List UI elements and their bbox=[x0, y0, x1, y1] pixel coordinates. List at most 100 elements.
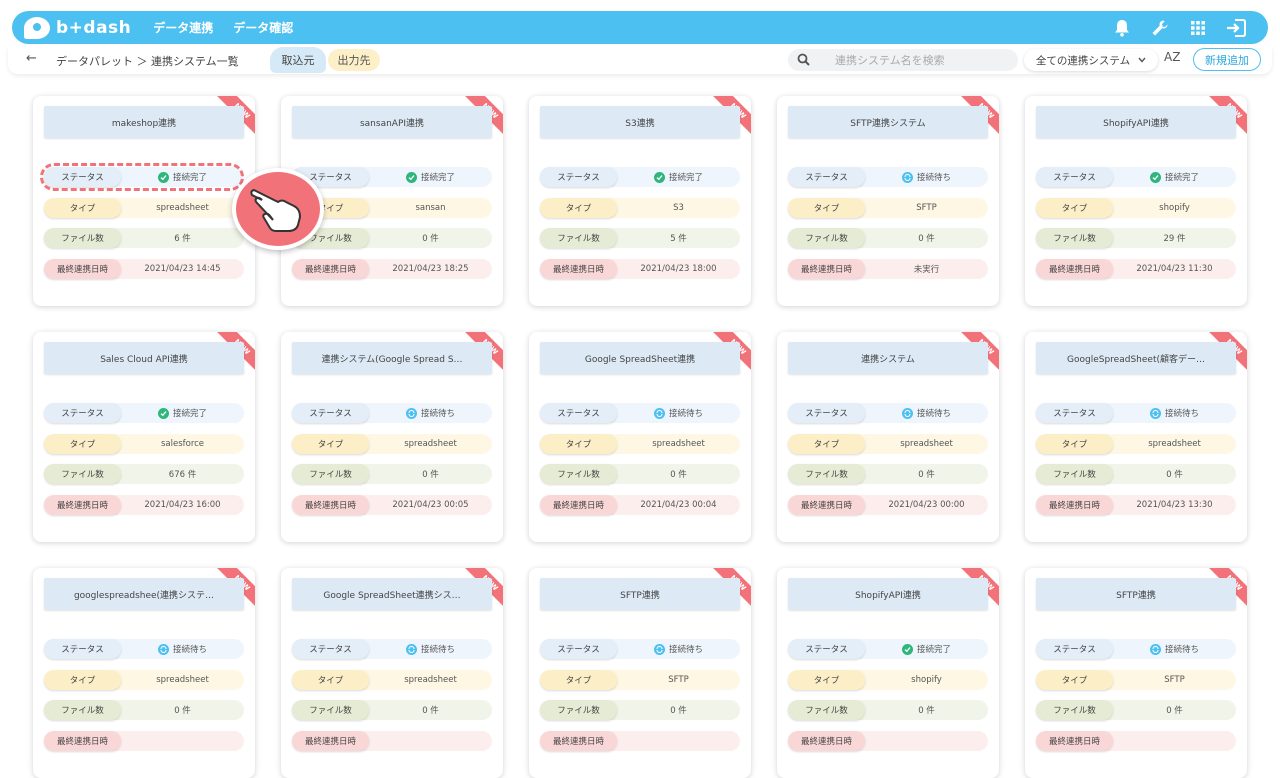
status-text: 接続待ち bbox=[668, 409, 703, 419]
type-label: タイプ bbox=[1036, 434, 1113, 454]
search-input[interactable] bbox=[835, 53, 1015, 67]
date-row: 最終連携日時 2021/04/23 18:25 bbox=[292, 259, 492, 279]
files-value: 676 件 bbox=[168, 470, 197, 480]
logout-icon[interactable] bbox=[1226, 18, 1246, 38]
check-icon bbox=[405, 171, 417, 183]
date-value: 2021/04/23 00:04 bbox=[640, 500, 717, 510]
status-value: 接続完了 bbox=[865, 643, 988, 655]
type-row: タイプ SFTP bbox=[540, 670, 740, 690]
sync-icon bbox=[1149, 643, 1161, 655]
files-value: 0 件 bbox=[1166, 470, 1183, 480]
card-title: Google SpreadSheet連携 bbox=[540, 342, 740, 374]
status-label: ステータス bbox=[44, 403, 121, 423]
system-card[interactable]: NEW SFTP連携システム ステータス 接続待ち タイプ SFTP ファイル数… bbox=[777, 96, 999, 306]
wrench-icon[interactable] bbox=[1150, 18, 1170, 38]
sync-icon bbox=[405, 643, 417, 655]
system-card[interactable]: NEW S3連携 ステータス 接続完了 タイプ S3 ファイル数 5 件 最終連… bbox=[529, 96, 751, 306]
date-value: 2021/04/23 18:25 bbox=[392, 264, 469, 274]
system-card[interactable]: NEW makeshop連携 ステータス 接続完了 タイプ spreadshee… bbox=[33, 96, 255, 306]
system-card[interactable]: NEW SFTP連携 ステータス 接続待ち タイプ SFTP ファイル数 0 件… bbox=[1025, 568, 1247, 778]
type-value: shopify bbox=[911, 675, 942, 685]
pointing-hand-icon bbox=[232, 168, 324, 250]
logo[interactable]: b+dash bbox=[24, 11, 131, 44]
type-value: spreadsheet bbox=[156, 203, 209, 213]
system-card[interactable]: NEW ShopifyAPI連携 ステータス 接続完了 タイプ shopify … bbox=[777, 568, 999, 778]
status-value: 接続完了 bbox=[121, 407, 244, 419]
type-value: spreadsheet bbox=[404, 675, 457, 685]
files-value: 5 件 bbox=[670, 234, 687, 244]
system-card[interactable]: NEW Sales Cloud API連携 ステータス 接続完了 タイプ sal… bbox=[33, 332, 255, 542]
type-value: SFTP bbox=[1164, 675, 1185, 685]
system-card[interactable]: NEW 連携システム ステータス 接続待ち タイプ spreadsheet ファ… bbox=[777, 332, 999, 542]
sync-icon bbox=[405, 407, 417, 419]
date-value: 2021/04/23 11:30 bbox=[1136, 264, 1213, 274]
files-value: 0 件 bbox=[422, 706, 439, 716]
check-icon bbox=[157, 171, 169, 183]
bell-icon[interactable] bbox=[1112, 18, 1132, 38]
status-value: 接続待ち bbox=[617, 643, 740, 655]
type-row: タイプ spreadsheet bbox=[292, 434, 492, 454]
files-row: ファイル数 6 件 bbox=[44, 228, 244, 248]
system-card[interactable]: NEW GoogleSpreadSheet(顧客デー… ステータス 接続待ち タ… bbox=[1025, 332, 1247, 542]
type-row: タイプ SFTP bbox=[788, 198, 988, 218]
date-label: 最終連携日時 bbox=[788, 495, 865, 515]
nav-data-link[interactable]: データ連携 bbox=[153, 19, 213, 36]
files-label: ファイル数 bbox=[1036, 464, 1113, 484]
status-value: 接続完了 bbox=[1113, 171, 1236, 183]
check-icon bbox=[653, 171, 665, 183]
chevron-down-icon bbox=[1138, 54, 1146, 66]
status-label: ステータス bbox=[1036, 167, 1113, 187]
status-text: 接続待ち bbox=[1164, 409, 1199, 419]
files-row: ファイル数 0 件 bbox=[788, 228, 988, 248]
system-card[interactable]: NEW googlespreadshee(連携システ… ステータス 接続待ち タ… bbox=[33, 568, 255, 778]
status-row: ステータス 接続待ち bbox=[788, 167, 988, 187]
sort-az-icon[interactable]: AZ bbox=[1164, 50, 1180, 64]
status-value: 接続待ち bbox=[121, 643, 244, 655]
type-row: タイプ spreadsheet bbox=[292, 670, 492, 690]
system-card[interactable]: NEW Google SpreadSheet連携シス… ステータス 接続待ち タ… bbox=[281, 568, 503, 778]
date-label: 最終連携日時 bbox=[788, 731, 865, 751]
status-text: 接続完了 bbox=[172, 173, 207, 183]
system-card[interactable]: NEW SFTP連携 ステータス 接続待ち タイプ SFTP ファイル数 0 件… bbox=[529, 568, 751, 778]
status-label: ステータス bbox=[788, 403, 865, 423]
type-label: タイプ bbox=[292, 434, 369, 454]
check-icon bbox=[1149, 171, 1161, 183]
date-row: 最終連携日時 bbox=[292, 731, 492, 751]
nav-data-check[interactable]: データ確認 bbox=[233, 19, 293, 36]
type-row: タイプ shopify bbox=[788, 670, 988, 690]
status-text: 接続完了 bbox=[1164, 173, 1199, 183]
files-value: 0 件 bbox=[422, 470, 439, 480]
type-value: spreadsheet bbox=[404, 439, 457, 449]
files-label: ファイル数 bbox=[1036, 700, 1113, 720]
back-arrow-icon[interactable]: ← bbox=[26, 51, 37, 66]
tab-output-destination[interactable]: 出力先 bbox=[328, 49, 380, 71]
system-card[interactable]: NEW Google SpreadSheet連携 ステータス 接続待ち タイプ … bbox=[529, 332, 751, 542]
date-label: 最終連携日時 bbox=[292, 259, 369, 279]
date-label: 最終連携日時 bbox=[44, 731, 121, 751]
files-value: 0 件 bbox=[918, 470, 935, 480]
add-new-button[interactable]: 新規追加 bbox=[1193, 48, 1261, 71]
type-value: S3 bbox=[673, 203, 684, 213]
files-label: ファイル数 bbox=[540, 228, 617, 248]
status-label: ステータス bbox=[292, 639, 369, 659]
files-value: 0 件 bbox=[670, 706, 687, 716]
files-label: ファイル数 bbox=[1036, 228, 1113, 248]
type-value: spreadsheet bbox=[1148, 439, 1201, 449]
files-row: ファイル数 0 件 bbox=[540, 464, 740, 484]
type-value: spreadsheet bbox=[156, 675, 209, 685]
date-row: 最終連携日時 2021/04/23 00:05 bbox=[292, 495, 492, 515]
type-label: タイプ bbox=[540, 670, 617, 690]
date-label: 最終連携日時 bbox=[292, 731, 369, 751]
files-row: ファイル数 29 件 bbox=[1036, 228, 1236, 248]
files-value: 6 件 bbox=[174, 234, 191, 244]
date-value: 2021/04/23 13:30 bbox=[1136, 500, 1213, 510]
system-card[interactable]: NEW 連携システム(Google Spread S… ステータス 接続待ち タ… bbox=[281, 332, 503, 542]
grid-menu-icon[interactable] bbox=[1188, 18, 1208, 38]
system-card[interactable]: NEW ShopifyAPI連携 ステータス 接続完了 タイプ shopify … bbox=[1025, 96, 1247, 306]
files-row: ファイル数 0 件 bbox=[540, 700, 740, 720]
type-value: salesforce bbox=[160, 439, 205, 449]
status-text: 接続待ち bbox=[916, 409, 951, 419]
status-label: ステータス bbox=[788, 639, 865, 659]
system-filter-select[interactable]: 全ての連携システム bbox=[1024, 49, 1158, 71]
tab-import-source[interactable]: 取込元 bbox=[270, 47, 326, 73]
